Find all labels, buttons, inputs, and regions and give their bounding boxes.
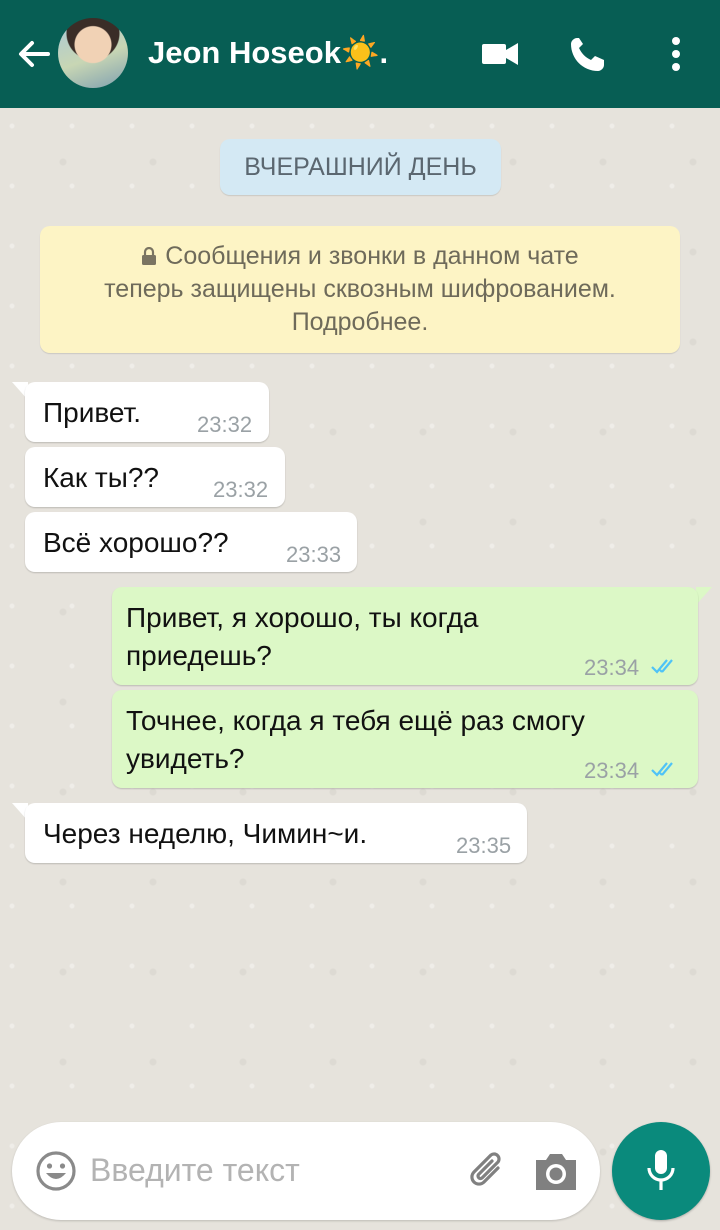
message-time: 23:32 — [197, 412, 253, 437]
notice-line-2: теперь защищены сквозным шифрованием. — [104, 275, 616, 303]
message-time: 23:35 — [456, 833, 512, 858]
attach-icon[interactable] — [464, 1146, 512, 1194]
message-text: Привет. — [43, 397, 142, 428]
message-line: увидеть? — [126, 743, 245, 774]
emoji-icon[interactable] — [34, 1149, 78, 1193]
contact-avatar[interactable] — [58, 18, 128, 88]
more-options-icon[interactable] — [652, 30, 700, 78]
read-receipt-icon — [651, 762, 673, 777]
message-bubble-incoming[interactable]: Всё хорошо?? 23:33 — [25, 512, 357, 572]
notice-line-3: Подробнее. — [291, 308, 429, 336]
message-text: Точнее, когда я тебя ещё раз смогу увиде… — [126, 702, 585, 778]
message-line: Точнее, когда я тебя ещё раз смогу — [126, 705, 585, 736]
lock-icon — [142, 247, 157, 265]
back-arrow-icon[interactable] — [14, 34, 54, 74]
message-time: 23:33 — [286, 542, 342, 567]
notice-line-1: Сообщения и звонки в данном чате — [165, 242, 579, 270]
message-bubble-incoming[interactable]: Привет. 23:32 — [25, 382, 269, 442]
message-bubble-incoming[interactable]: Через неделю, Чимин~и. 23:35 — [25, 803, 527, 863]
message-text: Всё хорошо?? — [43, 527, 229, 558]
voice-record-button[interactable] — [612, 1122, 710, 1220]
message-text: Как ты?? — [43, 462, 160, 493]
encryption-notice[interactable]: Сообщения и звонки в данном чате теперь … — [40, 226, 680, 353]
mic-icon — [647, 1150, 675, 1190]
message-bubble-outgoing[interactable]: Привет, я хорошо, ты когда приедешь? 23:… — [112, 587, 698, 685]
message-time: 23:34 — [584, 758, 640, 783]
message-line: Привет, я хорошо, ты когда — [126, 602, 479, 633]
message-bubble-incoming[interactable]: Как ты?? 23:32 — [25, 447, 285, 507]
date-divider: ВЧЕРАШНИЙ ДЕНЬ — [220, 139, 501, 195]
message-time: 23:32 — [213, 477, 269, 502]
message-input[interactable]: Введите текст — [90, 1152, 300, 1189]
chat-header: Jeon Hoseok☀️. — [0, 0, 720, 108]
message-composer[interactable]: Введите текст — [12, 1122, 600, 1220]
phone-call-icon[interactable] — [564, 30, 612, 78]
message-bubble-outgoing[interactable]: Точнее, когда я тебя ещё раз смогу увиде… — [112, 690, 698, 788]
message-line: приедешь? — [126, 640, 272, 671]
message-text: Через неделю, Чимин~и. — [43, 818, 368, 849]
contact-name[interactable]: Jeon Hoseok☀️. — [148, 34, 388, 71]
camera-icon[interactable] — [532, 1148, 580, 1194]
video-call-icon[interactable] — [476, 30, 524, 78]
message-time: 23:34 — [584, 655, 640, 680]
bubble-tail — [696, 587, 712, 605]
message-text: Привет, я хорошо, ты когда приедешь? — [126, 599, 479, 675]
read-receipt-icon — [651, 659, 673, 674]
